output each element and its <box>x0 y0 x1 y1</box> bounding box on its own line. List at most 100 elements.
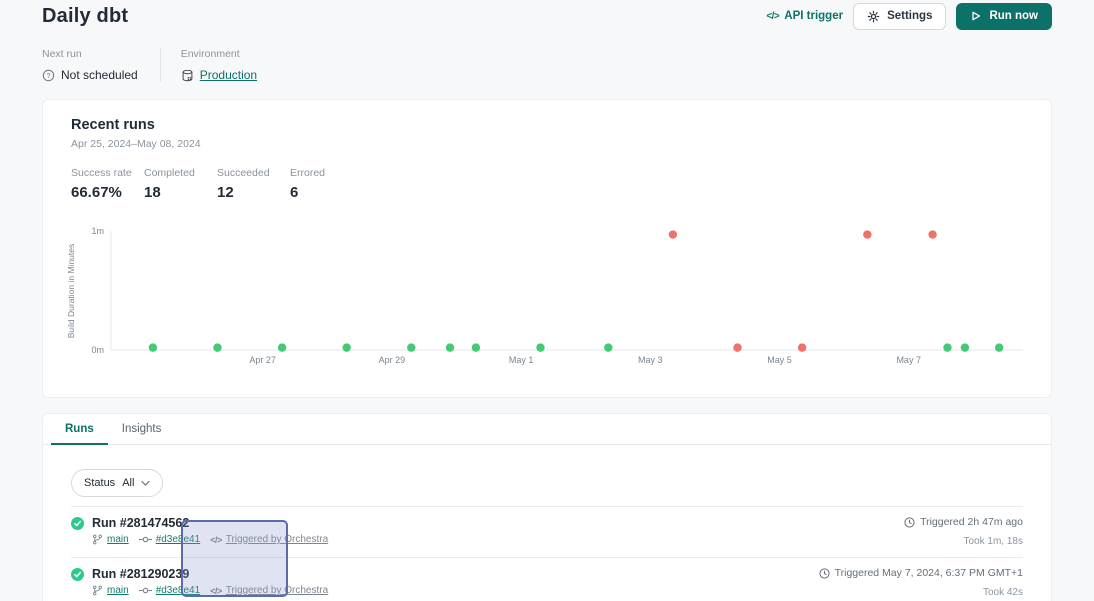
settings-button[interactable]: Settings <box>853 3 946 30</box>
header-actions: </> API trigger Settings Run now <box>766 3 1052 30</box>
recent-runs-title: Recent runs <box>71 117 1023 133</box>
clock-icon <box>904 517 915 528</box>
run-dot-succeeded[interactable] <box>604 343 612 351</box>
run-dot-succeeded[interactable] <box>149 343 157 351</box>
job-meta: Next run ? Not scheduled Environment Pro… <box>42 48 257 82</box>
triggered-text: Triggered 2h 47m ago <box>920 516 1023 528</box>
branch-link[interactable]: main <box>107 585 129 596</box>
next-run-value: ? Not scheduled <box>42 68 138 82</box>
run-dot-succeeded[interactable] <box>446 343 454 351</box>
commit-link-item: #d3e8e41 <box>139 534 201 545</box>
page-title: Daily dbt <box>42 5 128 28</box>
y-tick-label: 1m <box>91 226 104 236</box>
x-tick-label: Apr 27 <box>249 355 276 365</box>
run-dot-succeeded[interactable] <box>278 343 286 351</box>
runs-content: Status All Run #281474562 <box>43 445 1051 601</box>
recent-runs-header: Recent runs Apr 25, 2024–May 08, 2024 Su… <box>43 100 1051 201</box>
meta-divider <box>160 48 161 82</box>
took-text: Took 42s <box>819 587 1023 598</box>
git-branch-icon <box>92 585 103 596</box>
success-check-icon <box>71 517 84 530</box>
run-dot-errored[interactable] <box>733 343 741 351</box>
run-dot-errored[interactable] <box>863 230 871 238</box>
commit-link[interactable]: #d3e8e41 <box>156 585 201 596</box>
environment-group: Environment Production <box>181 48 257 82</box>
run-row-left: Run #281290239 main <box>71 567 328 596</box>
tab-bar: Runs Insights <box>43 414 1051 445</box>
stat-label: Completed <box>144 167 217 179</box>
code-icon: </> <box>210 535 222 545</box>
run-now-label: Run now <box>989 10 1038 22</box>
status-filter-label: Status <box>84 477 115 489</box>
stats-row: Success rate 66.67% Completed 18 Succeed… <box>71 167 1023 201</box>
stat-success-rate: Success rate 66.67% <box>71 167 144 201</box>
date-range: Apr 25, 2024–May 08, 2024 <box>71 138 1023 150</box>
run-dot-succeeded[interactable] <box>961 343 969 351</box>
run-row[interactable]: Run #281474562 main <box>71 507 1023 558</box>
run-list: Run #281474562 main <box>71 506 1023 601</box>
api-trigger-link[interactable]: </> API trigger <box>766 10 843 22</box>
run-dot-errored[interactable] <box>798 343 806 351</box>
branch-link-item: main <box>92 534 129 545</box>
run-row-right: Triggered 2h 47m ago Took 1m, 18s <box>904 516 1023 547</box>
duration-chart: 0m1mBuild Duration in MinutesApr 27Apr 2… <box>43 216 1053 376</box>
run-dot-succeeded[interactable] <box>943 343 951 351</box>
settings-label: Settings <box>887 10 932 22</box>
run-dot-succeeded[interactable] <box>536 343 544 351</box>
status-filter-value: All <box>122 477 134 489</box>
commit-link-item: #d3e8e41 <box>139 585 201 596</box>
code-icon: </> <box>766 11 779 22</box>
trigger-link-item: </> Triggered by Orchestra <box>210 585 328 596</box>
clock-icon <box>819 568 830 579</box>
stat-completed: Completed 18 <box>144 167 217 201</box>
chevron-down-icon <box>141 480 150 487</box>
took-text: Took 1m, 18s <box>904 536 1023 547</box>
run-name-link[interactable]: Run #281474562 <box>92 516 189 530</box>
code-icon: </> <box>210 586 222 596</box>
run-row-right: Triggered May 7, 2024, 6:37 PM GMT+1 Too… <box>819 567 1023 598</box>
runs-card: Runs Insights Status All <box>42 413 1052 601</box>
branch-link-item: main <box>92 585 129 596</box>
next-run-text: Not scheduled <box>61 68 138 82</box>
run-dot-succeeded[interactable] <box>342 343 350 351</box>
trigger-link-item: </> Triggered by Orchestra <box>210 534 328 545</box>
run-dot-succeeded[interactable] <box>213 343 221 351</box>
environment-link[interactable]: Production <box>200 68 257 82</box>
stat-value: 6 <box>290 184 363 201</box>
success-check-icon <box>71 568 84 581</box>
job-page: Daily dbt </> API trigger Settings Run n… <box>0 0 1094 601</box>
status-filter-dropdown[interactable]: Status All <box>71 469 163 497</box>
run-now-button[interactable]: Run now <box>956 3 1052 30</box>
triggered-by-link[interactable]: Triggered by Orchestra <box>226 534 328 545</box>
tab-runs[interactable]: Runs <box>51 414 108 444</box>
git-branch-icon <box>92 534 103 545</box>
y-axis-title: Build Duration in Minutes <box>66 244 76 339</box>
run-name-link[interactable]: Run #281290239 <box>92 567 189 581</box>
environment-label: Environment <box>181 48 257 60</box>
gear-icon <box>867 10 880 23</box>
stat-label: Errored <box>290 167 363 179</box>
stat-errored: Errored 6 <box>290 167 363 201</box>
run-dot-errored[interactable] <box>669 230 677 238</box>
branch-link[interactable]: main <box>107 534 129 545</box>
page-header: Daily dbt </> API trigger Settings Run n… <box>42 0 1052 32</box>
environment-value: Production <box>181 68 257 82</box>
stat-value: 12 <box>217 184 290 201</box>
run-dot-succeeded[interactable] <box>407 343 415 351</box>
triggered-by-link[interactable]: Triggered by Orchestra <box>226 585 328 596</box>
commit-link[interactable]: #d3e8e41 <box>156 534 201 545</box>
run-dot-succeeded[interactable] <box>472 343 480 351</box>
run-dot-errored[interactable] <box>928 230 936 238</box>
svg-text:?: ? <box>47 72 51 79</box>
api-trigger-label: API trigger <box>784 10 843 22</box>
run-dot-succeeded[interactable] <box>995 343 1003 351</box>
run-row[interactable]: Run #281290239 main <box>71 558 1023 601</box>
stat-succeeded: Succeeded 12 <box>217 167 290 201</box>
recent-runs-card: Recent runs Apr 25, 2024–May 08, 2024 Su… <box>42 99 1052 398</box>
commit-icon <box>139 535 152 544</box>
x-tick-label: May 3 <box>638 355 663 365</box>
y-tick-label: 0m <box>91 345 104 355</box>
tab-insights[interactable]: Insights <box>108 414 176 444</box>
run-row-left: Run #281474562 main <box>71 516 328 545</box>
question-circle-icon: ? <box>42 69 55 82</box>
